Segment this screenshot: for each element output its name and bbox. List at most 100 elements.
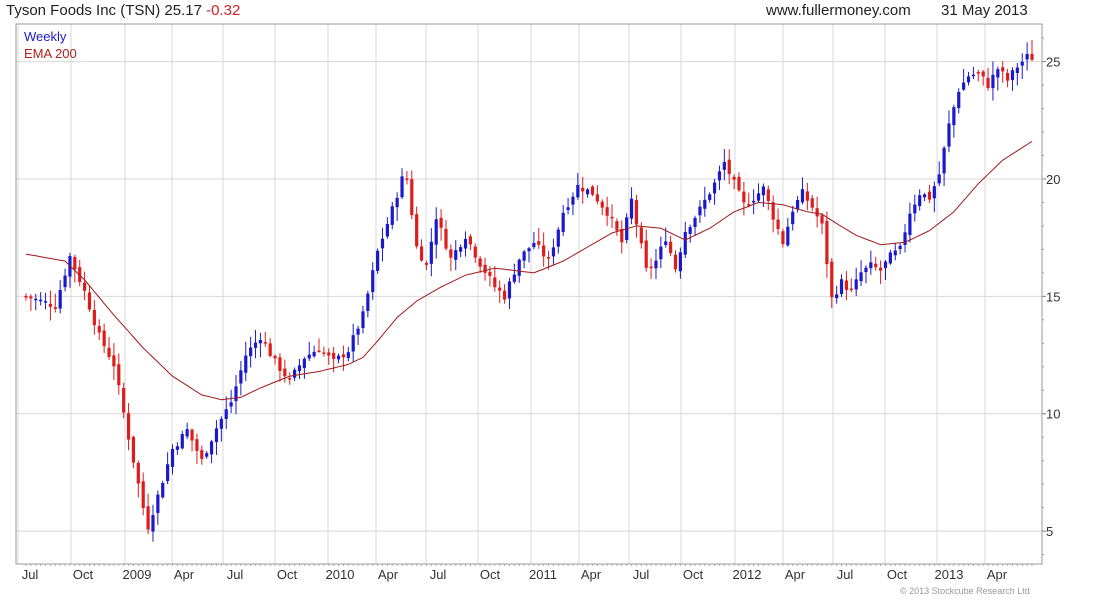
y-tick-label: 5 [1046,524,1053,539]
candle-body [92,310,96,326]
candle-body [986,77,990,89]
candle-body [478,258,482,267]
candle-body [459,247,463,252]
candle-body [654,260,658,269]
candle-body [869,262,873,269]
candle-body [43,301,48,303]
candle-body [356,328,360,335]
y-tick-label: 15 [1046,289,1060,304]
candle-body [444,228,448,249]
candle-body [317,350,321,353]
candle-body [419,246,424,261]
candle-body [708,194,712,200]
candle-body [434,219,438,245]
candle-body [263,341,267,344]
x-tick-label: 2011 [529,567,557,582]
plot-frame [15,23,1043,565]
candle-body [590,186,595,195]
candle-body [205,453,209,457]
candle-body [39,299,43,302]
candle-body [346,352,350,359]
candle-body [405,178,409,180]
candle-body [502,290,507,300]
candle-body [991,74,995,89]
candle-body [268,343,272,356]
price-chart: 5 10 15 20 25 Jul Oct 2009 Apr Jul Oct 2010 Apr Jul O… [15,23,1060,582]
candle-body [605,207,609,216]
x-tick-label: Oct [887,567,908,582]
candle-body [952,107,956,126]
candle-body [376,250,380,271]
candle-body [83,282,87,291]
candle-body [327,352,331,356]
candle-body [546,257,551,259]
candle-body [512,274,516,282]
x-tick-label: Apr [378,567,399,582]
candle-body [332,352,336,359]
candle-body [302,358,306,369]
candle-body [810,198,814,208]
candle-body [126,413,131,440]
candle-body [307,354,311,359]
candle-body [996,69,1000,78]
candle-body [273,355,277,359]
candle-body [756,193,761,201]
candle-body [297,365,302,372]
candle-body [1030,53,1034,60]
candle-body [932,186,936,199]
candle-body [385,223,389,237]
candle-body [190,429,194,441]
candle-body [703,199,707,209]
candle-body [151,515,155,532]
candle-body [1025,53,1029,60]
x-tick-label: 2012 [733,567,762,582]
candle-body [888,252,892,264]
candle-body [644,240,648,268]
candle-body [859,272,863,282]
candle-body [922,194,927,198]
candle-body [908,213,912,235]
candle-body [717,171,722,181]
candle-body [962,82,966,90]
candle-body [893,250,897,256]
candle-body [63,275,67,288]
candle-body [312,351,316,357]
candle-body [336,355,341,360]
candle-body [586,189,590,195]
x-tick-label: 2009 [123,567,152,582]
candle-body [727,159,731,174]
candle-body [195,439,199,451]
candle-body [830,261,834,298]
candle-body [400,176,404,198]
candle-body [571,196,575,205]
candle-body [561,212,565,232]
candle-body [468,236,472,245]
candle-body [532,242,536,248]
x-tick-label: Jul [837,567,854,582]
candle-body [722,161,726,170]
candle-body [278,357,282,371]
candle-body [844,280,849,290]
candle-body [771,202,775,220]
candle-body [712,182,717,194]
candle-body [1020,61,1024,66]
candle-body [234,386,238,402]
candle-body [620,228,624,243]
candle-body [683,231,687,255]
legend-frequency: Weekly [24,29,67,44]
candle-body [942,147,946,174]
candle-body [874,263,878,268]
candle-body [498,287,502,291]
candle-body [229,402,233,407]
candle-body [175,446,179,450]
candle-body [752,200,756,203]
candle-body [600,201,604,208]
candle-body [673,254,678,270]
candle-body [166,464,170,482]
candle-body [146,506,150,530]
candle-body [639,227,643,244]
candle-body [429,241,433,264]
candle-body [766,189,770,202]
candle-body [107,347,111,357]
candle-body [283,368,287,377]
